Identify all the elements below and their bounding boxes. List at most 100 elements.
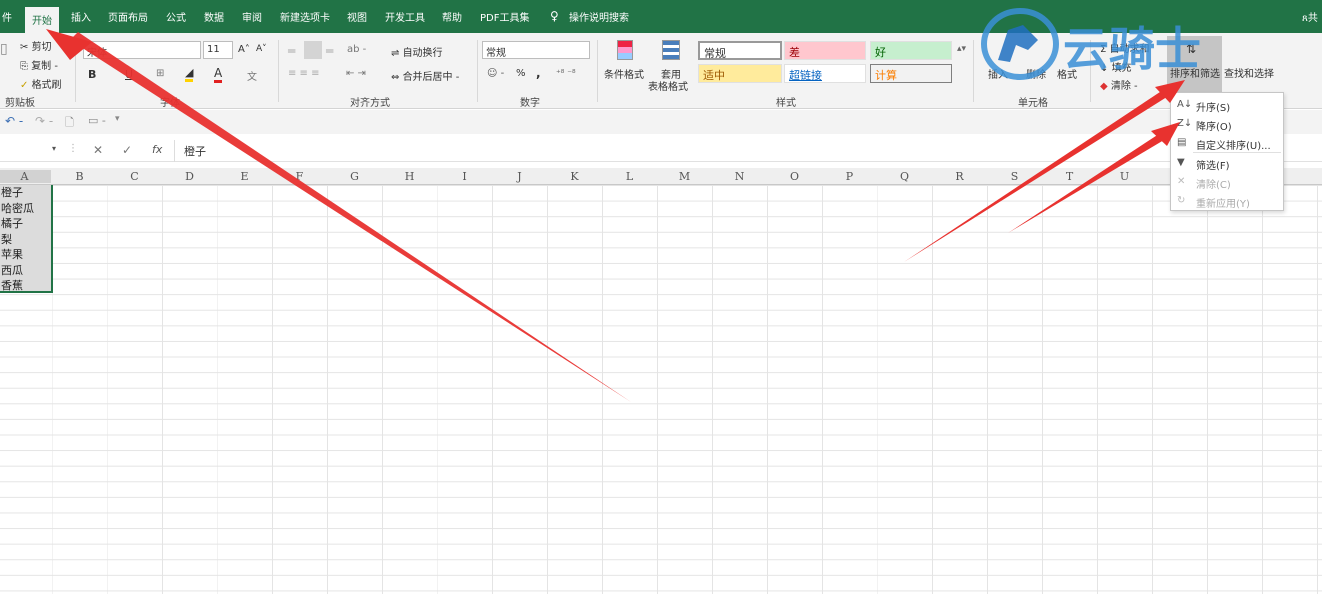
- column-header-k[interactable]: K: [547, 170, 602, 183]
- undo-icon[interactable]: ↶ -: [5, 114, 23, 128]
- number-format-select[interactable]: 常规: [482, 41, 590, 59]
- style-hyperlink[interactable]: 超链接: [784, 64, 866, 83]
- column-header-l[interactable]: L: [602, 170, 657, 183]
- cell-a4[interactable]: 梨: [1, 232, 12, 247]
- column-header-n[interactable]: N: [712, 170, 767, 183]
- wrap-text-button[interactable]: ⇌ 自动换行: [391, 44, 443, 59]
- font-name-select[interactable]: 宋体: [83, 41, 201, 59]
- screen-icon[interactable]: ▭ -: [88, 114, 106, 127]
- formula-input[interactable]: 橙子: [184, 143, 206, 159]
- style-good[interactable]: 好: [870, 41, 952, 60]
- column-header-d[interactable]: D: [162, 170, 217, 183]
- menu-item-3[interactable]: ▼ 筛选(F): [1171, 154, 1283, 173]
- styles-scroll-icon[interactable]: ▴▾: [957, 44, 966, 54]
- align-middle-icon[interactable]: [304, 41, 322, 59]
- column-header-q[interactable]: Q: [877, 170, 932, 183]
- bold-icon[interactable]: B: [88, 68, 96, 81]
- column-header-o[interactable]: O: [767, 170, 822, 183]
- style-neutral[interactable]: 适中: [698, 64, 782, 83]
- customize-qat-icon[interactable]: ▾: [115, 114, 120, 124]
- tab-help[interactable]: 帮助: [442, 9, 462, 24]
- cell-a7[interactable]: 香蕉: [1, 278, 23, 293]
- column-header-t[interactable]: T: [1042, 170, 1097, 183]
- confirm-entry-icon[interactable]: ✓: [122, 143, 132, 157]
- redo-icon[interactable]: ↷ -: [35, 114, 53, 128]
- tab-formulas[interactable]: 公式: [166, 9, 186, 24]
- table-format-icon: [662, 40, 680, 60]
- column-header-s[interactable]: S: [987, 170, 1042, 183]
- column-header-c[interactable]: C: [107, 170, 162, 183]
- format-painter-button[interactable]: ✓ 格式刷: [20, 76, 62, 91]
- style-calc[interactable]: 计算: [870, 64, 952, 83]
- paste-icon[interactable]: ▯: [0, 41, 8, 57]
- column-header-p[interactable]: P: [822, 170, 877, 183]
- cell-a1[interactable]: 橙子: [1, 185, 23, 200]
- column-header-e[interactable]: E: [217, 170, 272, 183]
- worksheet-grid[interactable]: [0, 185, 1322, 594]
- style-normal[interactable]: 常规: [698, 41, 782, 60]
- cell-a3[interactable]: 橘子: [1, 216, 23, 231]
- tab-new[interactable]: 新建选项卡: [280, 9, 330, 24]
- tab-data[interactable]: 数据: [204, 9, 224, 24]
- table-format-button-line2[interactable]: 表格格式: [648, 78, 688, 93]
- column-header-j[interactable]: J: [492, 170, 547, 183]
- column-header-a[interactable]: A: [0, 170, 51, 183]
- conditional-format-button[interactable]: 条件格式: [604, 66, 644, 81]
- fill-color-icon[interactable]: ◢: [185, 66, 194, 82]
- group-alignment: 对齐方式: [350, 98, 390, 109]
- underline-icon[interactable]: U: [125, 68, 133, 81]
- tab-insert[interactable]: 插入: [71, 9, 91, 24]
- cell-a5[interactable]: 苹果: [1, 247, 23, 262]
- print-preview-icon[interactable]: 🗋: [65, 114, 74, 133]
- font-color-icon[interactable]: A: [214, 66, 223, 83]
- orientation-icon[interactable]: ab -: [347, 44, 366, 55]
- menu-item-2[interactable]: ▤ 自定义排序(U)...: [1171, 134, 1283, 153]
- menu-item-1[interactable]: Z↓ 降序(O): [1171, 115, 1283, 134]
- cancel-entry-icon[interactable]: ✕: [93, 143, 103, 157]
- tab-page-layout[interactable]: 页面布局: [108, 9, 148, 24]
- share-button[interactable]: ጸ共: [1302, 9, 1318, 24]
- column-header-m[interactable]: M: [657, 170, 712, 183]
- cut-button[interactable]: ✂ 剪切: [20, 38, 52, 53]
- tell-me-search[interactable]: 操作说明搜索: [569, 9, 629, 24]
- column-header-b[interactable]: B: [52, 170, 107, 183]
- column-header-g[interactable]: G: [327, 170, 382, 183]
- percent-button[interactable]: %: [516, 68, 526, 79]
- font-size-select[interactable]: 11: [203, 41, 233, 59]
- grow-font-icon[interactable]: A˄: [238, 44, 250, 55]
- tab-view[interactable]: 视图: [347, 9, 367, 24]
- align-bottom-icon[interactable]: ═: [326, 44, 333, 58]
- menu-item-0[interactable]: A↓ 升序(S): [1171, 96, 1283, 115]
- align-top-icon[interactable]: ═: [288, 44, 295, 58]
- name-box-dropdown-icon[interactable]: ▾: [52, 144, 56, 153]
- shrink-font-icon[interactable]: A˅: [256, 44, 267, 54]
- menu-item-icon: ▤: [1177, 137, 1187, 148]
- menu-item-5[interactable]: ↻ 重新应用(Y): [1171, 192, 1283, 211]
- tab-file[interactable]: 件: [2, 9, 12, 24]
- menu-item-4[interactable]: ✕ 清除(C): [1171, 173, 1283, 192]
- tab-developer[interactable]: 开发工具: [385, 9, 425, 24]
- column-header-u[interactable]: U: [1097, 170, 1152, 183]
- style-bad[interactable]: 差: [784, 41, 866, 60]
- column-header-f[interactable]: F: [272, 170, 327, 183]
- indent-icon[interactable]: ⇤ ⇥: [346, 68, 366, 79]
- phonetic-icon[interactable]: 文: [247, 68, 257, 83]
- column-header-i[interactable]: I: [437, 170, 492, 183]
- comma-button[interactable]: ,: [536, 66, 541, 80]
- tab-review[interactable]: 审阅: [242, 9, 262, 24]
- currency-icon[interactable]: ☺ -: [487, 68, 504, 79]
- cell-a2[interactable]: 哈密瓜: [1, 201, 34, 216]
- tab-home[interactable]: 开始: [25, 7, 59, 33]
- column-header-r[interactable]: R: [932, 170, 987, 183]
- insert-function-button[interactable]: fx: [152, 143, 162, 156]
- align-left-icon[interactable]: ≡ ≡ ≡: [288, 68, 320, 79]
- merge-center-button[interactable]: ⇔ 合并后居中 -: [391, 68, 459, 83]
- border-icon[interactable]: ⊞: [156, 68, 164, 79]
- cell-a6[interactable]: 西瓜: [1, 263, 23, 278]
- decimal-icon[interactable]: ⁺⁸ ⁻⁸: [556, 69, 576, 79]
- divider: [75, 40, 76, 102]
- menu-item-label: 自定义排序(U)...: [1196, 141, 1271, 152]
- copy-button[interactable]: ⎘ 复制 -: [20, 57, 58, 72]
- tab-pdf[interactable]: PDF工具集: [480, 9, 529, 24]
- column-header-h[interactable]: H: [382, 170, 437, 183]
